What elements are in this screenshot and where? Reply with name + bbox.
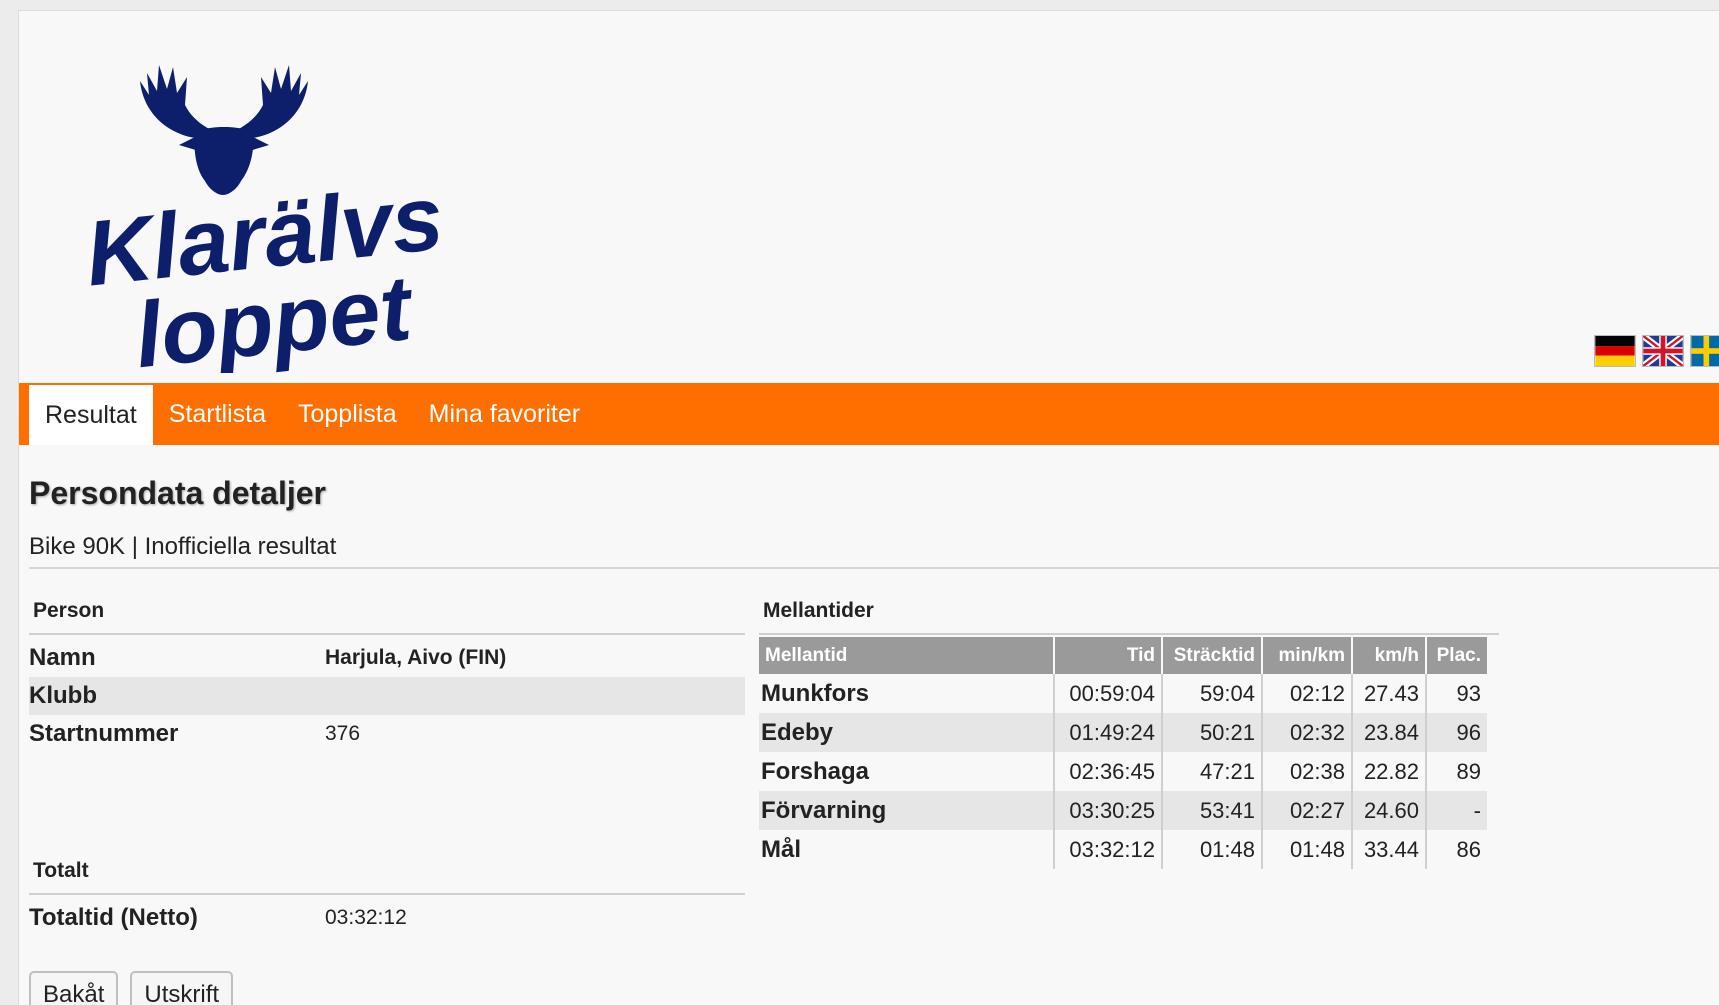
split-kmh: 27.43 <box>1351 674 1426 713</box>
split-stracktid: 01:48 <box>1161 830 1262 869</box>
divider <box>29 567 1719 569</box>
nav-item-mina-favoriter[interactable]: Mina favoriter <box>413 383 596 445</box>
back-button[interactable]: Bakåt <box>29 971 119 1005</box>
total-table: Totaltid (Netto) 03:32:12 <box>29 899 745 937</box>
nav-item-resultat[interactable]: Resultat <box>29 385 153 445</box>
splits-heading: Mellantider <box>759 591 1499 635</box>
split-tid: 00:59:04 <box>1053 674 1162 713</box>
split-plac: - <box>1425 791 1487 830</box>
uk-flag-icon[interactable] <box>1642 335 1684 367</box>
split-minkm: 02:27 <box>1261 791 1352 830</box>
language-flags <box>1594 335 1719 367</box>
split-name: Mål <box>761 835 802 863</box>
person-heading: Person <box>29 591 745 635</box>
split-kmh: 23.84 <box>1351 713 1426 752</box>
split-tid: 03:32:12 <box>1053 830 1162 869</box>
col-tid: Tid <box>1053 637 1162 674</box>
person-startnumber-label: Startnummer <box>29 720 179 747</box>
split-plac: 93 <box>1425 674 1487 713</box>
person-table: Namn Harjula, Aivo (FIN) Klubb Startnumm… <box>29 639 745 753</box>
person-row-club: Klubb <box>29 677 745 715</box>
split-minkm: 02:32 <box>1261 713 1352 752</box>
person-club-label: Klubb <box>29 677 325 715</box>
person-club-value <box>325 677 745 715</box>
table-row: Munkfors 00:59:04 59:04 02:12 27.43 93 <box>759 674 1487 713</box>
split-tid: 03:30:25 <box>1053 791 1162 830</box>
split-tid: 01:49:24 <box>1053 713 1162 752</box>
col-minkm: min/km <box>1261 637 1352 674</box>
split-name: Edeby <box>759 713 1054 752</box>
split-minkm: 01:48 <box>1261 830 1352 869</box>
table-row: Förvarning 03:30:25 53:41 02:27 24.60 - <box>759 791 1487 830</box>
table-row: Forshaga 02:36:45 47:21 02:38 22.82 89 <box>759 752 1487 791</box>
klaralvsloppet-logo[interactable]: Klarälvs loppet <box>45 33 465 373</box>
print-button[interactable]: Utskrift <box>130 971 234 1005</box>
person-row-name: Namn Harjula, Aivo (FIN) <box>29 639 745 677</box>
split-stracktid: 59:04 <box>1161 674 1262 713</box>
person-row-startnumber: Startnummer 376 <box>29 715 745 753</box>
total-heading: Totalt <box>29 851 745 895</box>
nav-item-startlista[interactable]: Startlista <box>153 383 282 445</box>
split-name: Munkfors <box>761 679 869 707</box>
nav-item-topplista[interactable]: Topplista <box>282 383 413 445</box>
col-plac: Plac. <box>1425 637 1487 674</box>
split-minkm: 02:12 <box>1261 674 1352 713</box>
split-plac: 96 <box>1425 713 1487 752</box>
split-tid: 02:36:45 <box>1053 752 1162 791</box>
split-plac: 86 <box>1425 830 1487 869</box>
action-buttons: Bakåt Utskrift <box>29 971 234 1005</box>
split-plac: 89 <box>1425 752 1487 791</box>
splits-header-row: Mellantid Tid Sträcktid min/km km/h Plac… <box>759 637 1487 674</box>
split-kmh: 22.82 <box>1351 752 1426 791</box>
person-startnumber-value: 376 <box>325 722 361 745</box>
split-kmh: 33.44 <box>1351 830 1426 869</box>
split-minkm: 02:38 <box>1261 752 1352 791</box>
total-nettotime-label: Totaltid (Netto) <box>29 904 198 931</box>
table-row: Edeby 01:49:24 50:21 02:32 23.84 96 <box>759 713 1487 752</box>
col-kmh: km/h <box>1351 637 1426 674</box>
col-stracktid: Sträcktid <box>1161 637 1262 674</box>
table-row: Mål 03:32:12 01:48 01:48 33.44 86 <box>759 830 1487 869</box>
person-name-value: Harjula, Aivo (FIN) <box>325 646 507 669</box>
page-subtitle: Bike 90K | Inofficiella resultat <box>29 533 337 560</box>
split-stracktid: 50:21 <box>1161 713 1262 752</box>
col-mellantid: Mellantid <box>759 637 1054 674</box>
split-stracktid: 47:21 <box>1161 752 1262 791</box>
moose-icon <box>140 65 308 195</box>
split-kmh: 24.60 <box>1351 791 1426 830</box>
total-row-nettotime: Totaltid (Netto) 03:32:12 <box>29 899 745 937</box>
page: Klarälvs loppet Resultat Startlista Topp… <box>18 10 1719 1005</box>
main-navigation: Resultat Startlista Topplista Mina favor… <box>19 383 1719 445</box>
total-nettotime-value: 03:32:12 <box>325 906 407 929</box>
german-flag-icon[interactable] <box>1594 335 1636 367</box>
split-name: Förvarning <box>759 791 1054 830</box>
person-name-label: Namn <box>29 644 96 671</box>
page-title: Persondata detaljer <box>29 475 326 511</box>
splits-table: Mellantid Tid Sträcktid min/km km/h Plac… <box>759 637 1487 869</box>
split-name: Forshaga <box>761 757 870 785</box>
swedish-flag-icon[interactable] <box>1690 335 1719 367</box>
split-stracktid: 53:41 <box>1161 791 1262 830</box>
